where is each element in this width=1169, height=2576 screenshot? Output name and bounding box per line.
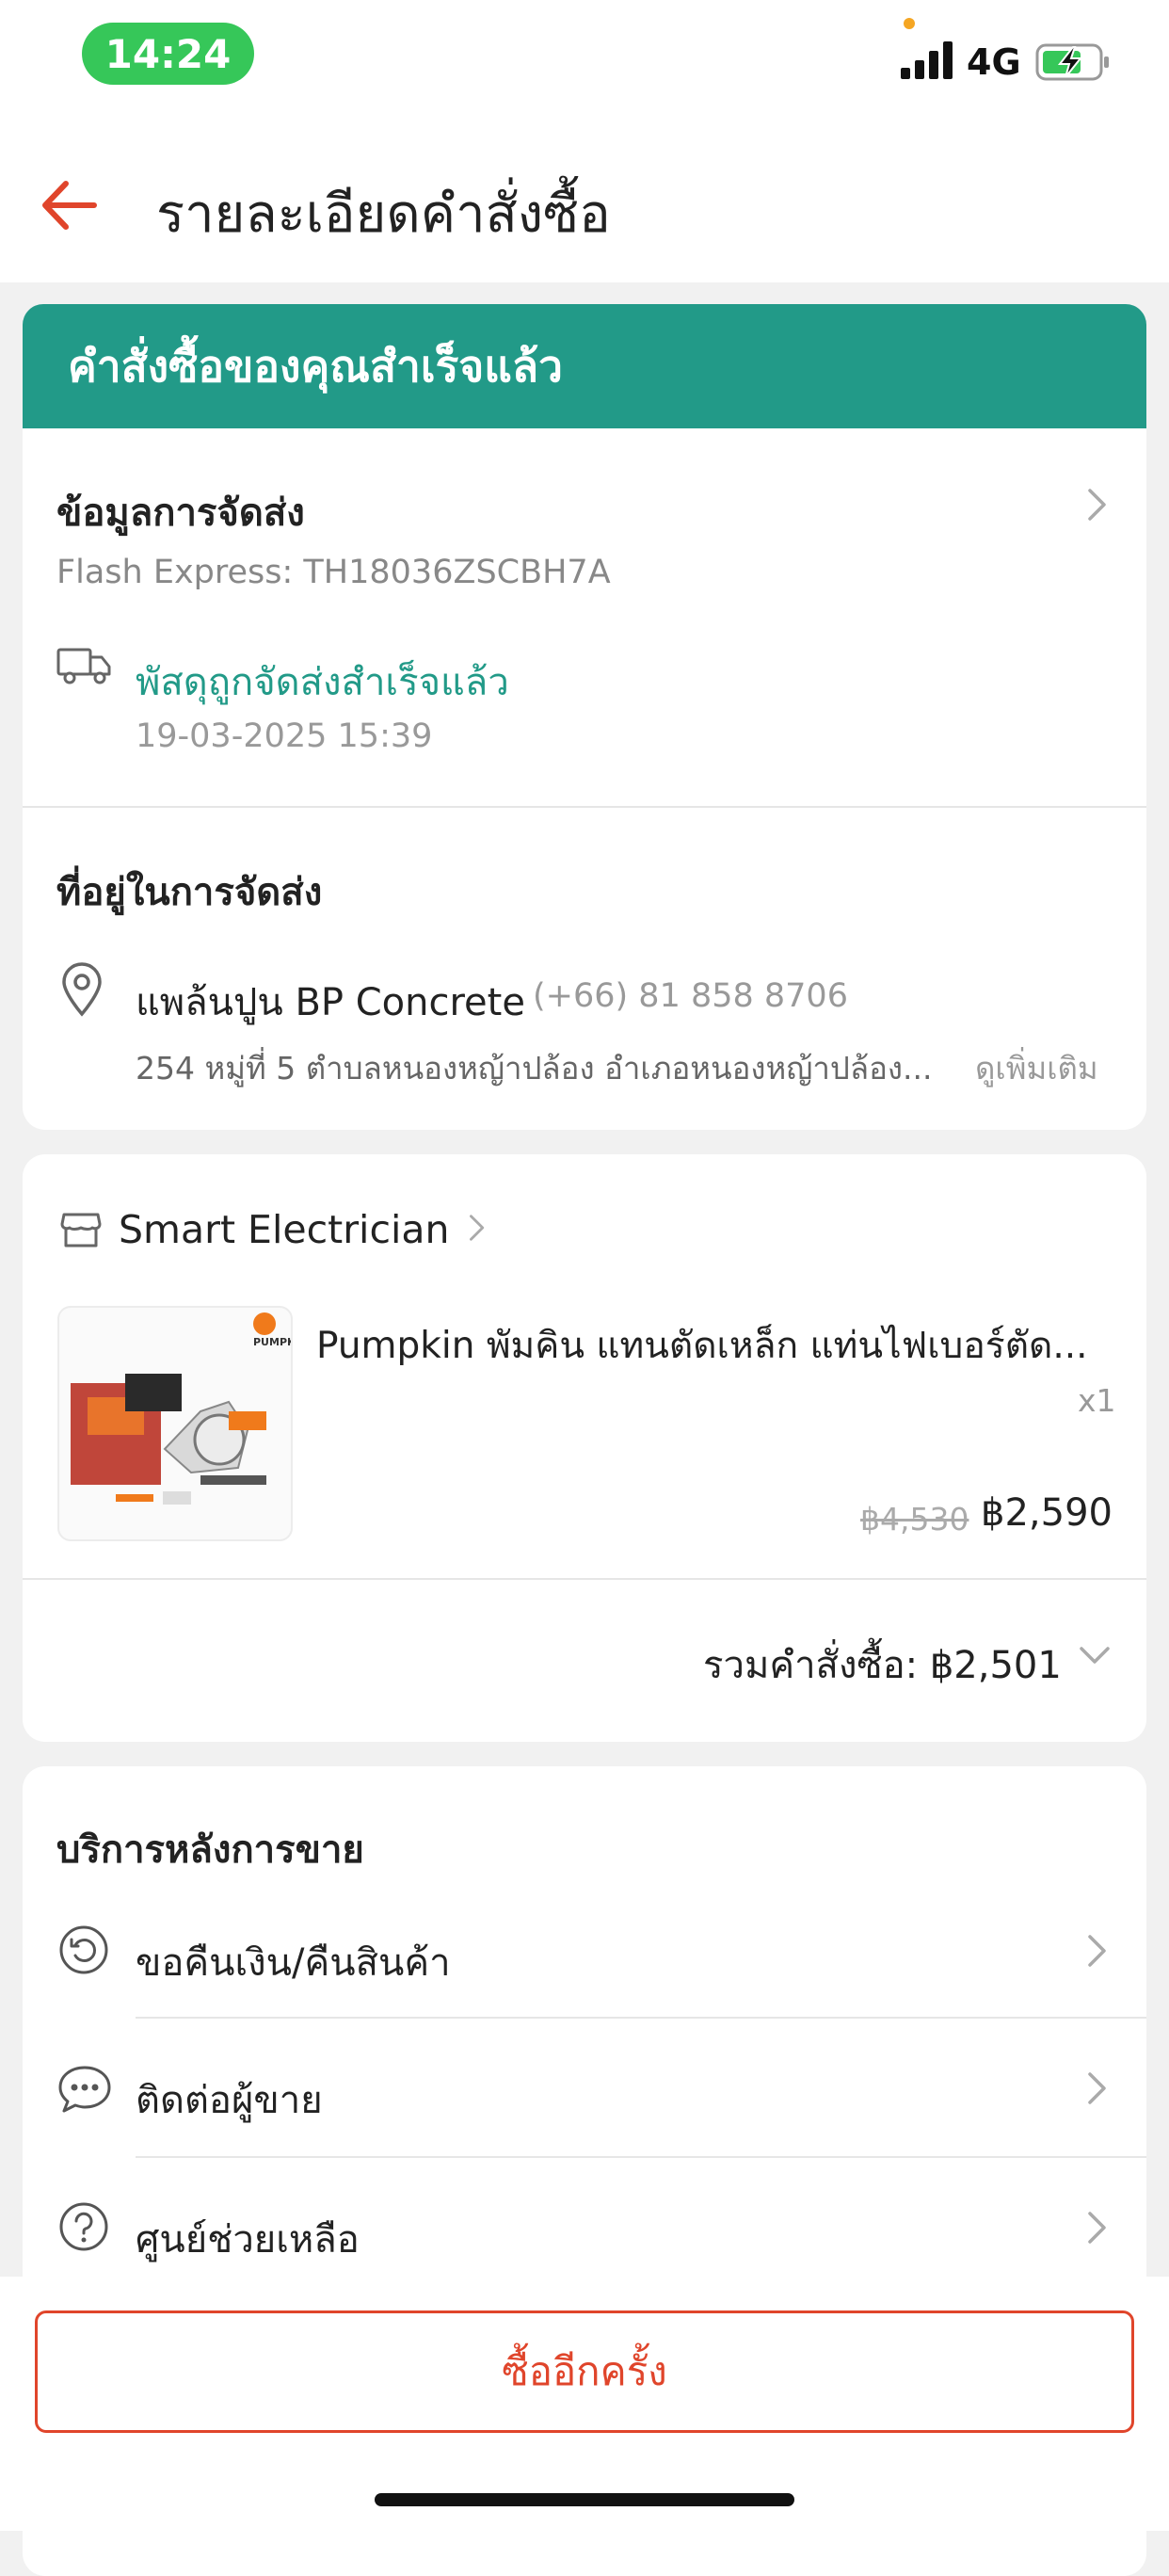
recipient-phone: (+66) 81 858 8706 — [533, 977, 848, 1015]
recipient-name: แพล้นปูน BP Concrete — [136, 981, 525, 1024]
see-more-link[interactable]: ดูเพิ่มเติม — [975, 1043, 1098, 1093]
address-line: 254 หมู่ที่ 5 ตำบลหนองหญ้าปล้อง อำเภอหนอ… — [136, 1050, 933, 1087]
chevron-right-icon[interactable] — [469, 1213, 486, 1243]
order-total[interactable]: รวมคำสั่งซื้อ: ฿2,501 — [703, 1634, 1062, 1695]
help-icon — [59, 2202, 108, 2251]
product-price: ฿2,590 — [981, 1491, 1113, 1535]
product-name[interactable]: Pumpkin พัมคิน แทนตัดเหล็ก แท่นไฟเบอร์ตั… — [316, 1316, 1088, 1375]
home-indicator[interactable] — [375, 2493, 794, 2506]
page-title: รายละเอียดคำสั่งซื้อ — [156, 184, 611, 245]
original-price: ฿4,530 — [860, 1501, 969, 1538]
divider — [136, 2017, 1146, 2019]
after-sales-heading: บริการหลังการขาย — [56, 1828, 364, 1872]
shop-name[interactable]: Smart Electrician — [119, 1207, 449, 1252]
refund-icon — [59, 1925, 108, 1974]
divider — [136, 2156, 1146, 2158]
network-label: 4G — [967, 41, 1021, 83]
tracking-number: Flash Express: TH18036ZSCBH7A — [56, 554, 611, 591]
chat-icon — [58, 2066, 111, 2113]
truck-icon — [56, 648, 111, 684]
chevron-right-icon[interactable] — [1087, 1934, 1108, 1968]
after-sales-item-refund[interactable]: ขอคืนเงิน/คืนสินค้า — [136, 1932, 451, 1992]
order-success-banner: คำสั่งซื้อของคุณสำเร็จแล้ว — [23, 304, 1146, 428]
battery-charging-icon — [1035, 43, 1109, 81]
product-photo: PUMPKIN — [71, 1312, 308, 1505]
chevron-right-icon[interactable] — [1087, 2211, 1108, 2245]
chevron-right-icon[interactable] — [1087, 488, 1108, 522]
chevron-down-icon[interactable] — [1079, 1646, 1111, 1665]
address-heading: ที่อยู่ในการจัดส่ง — [56, 871, 323, 914]
location-pin-icon — [62, 962, 102, 1017]
status-time: 14:24 — [82, 23, 254, 85]
brand-logo-text: PUMPKIN — [253, 1336, 291, 1348]
buy-again-button[interactable]: ซื้ออีกครั้ง — [35, 2310, 1134, 2433]
delivery-time: 19-03-2025 15:39 — [136, 717, 433, 755]
shipping-info-heading[interactable]: ข้อมูลการจัดส่ง — [56, 482, 305, 542]
after-sales-item-help-center[interactable]: ศูนย์ช่วยเหลือ — [136, 2209, 360, 2269]
signal-icon — [901, 41, 953, 79]
product-quantity: x1 — [1078, 1382, 1116, 1419]
product-image[interactable]: PUMPKIN — [57, 1306, 308, 1541]
chevron-right-icon[interactable] — [1087, 2071, 1108, 2105]
shop-icon — [60, 1213, 102, 1248]
divider — [23, 1578, 1146, 1580]
divider — [23, 806, 1146, 808]
back-arrow-icon[interactable] — [38, 174, 100, 236]
delivery-status: พัสดุถูกจัดส่งสำเร็จแล้ว — [136, 661, 509, 704]
privacy-indicator-dot — [904, 18, 915, 29]
after-sales-item-contact-seller[interactable]: ติดต่อผู้ขาย — [136, 2069, 323, 2130]
